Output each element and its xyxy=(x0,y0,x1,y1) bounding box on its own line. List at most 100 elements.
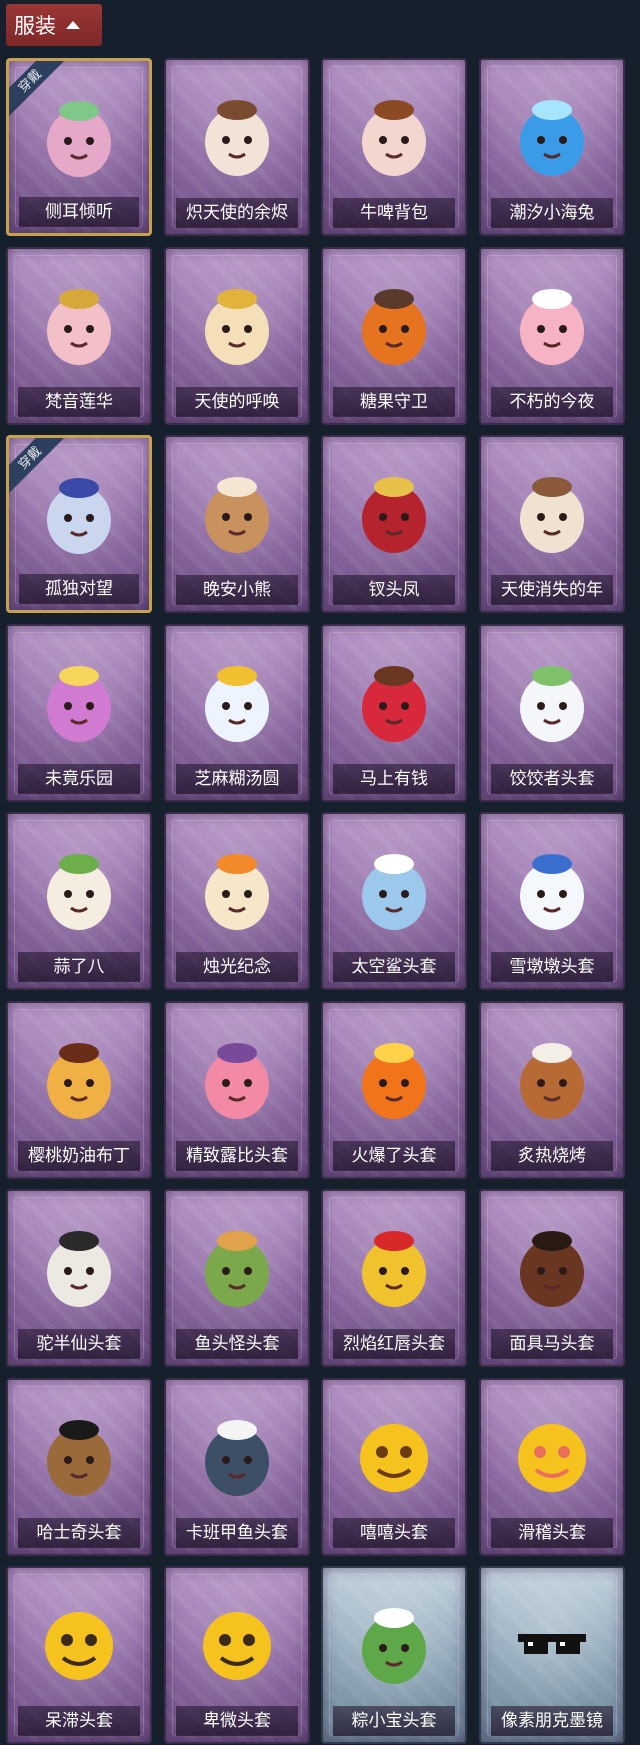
costume-card[interactable]: 潮汐小海兔 xyxy=(479,58,625,236)
costume-name: 面具马头套 xyxy=(491,1329,613,1359)
pudding-head-icon xyxy=(37,1031,121,1127)
costume-card[interactable]: 牛啤背包 xyxy=(321,58,467,236)
costume-name: 炽天使的余烬 xyxy=(176,198,298,228)
costume-name: 不朽的今夜 xyxy=(491,387,613,417)
costume-card[interactable]: 雪墩墩头套 xyxy=(479,812,625,990)
costume-name: 糖果守卫 xyxy=(333,387,455,417)
magical-girl-icon xyxy=(37,654,121,750)
costume-name: 粽小宝头套 xyxy=(333,1706,455,1736)
costume-card[interactable]: 精致露比头套 xyxy=(164,1001,310,1179)
angel-girl-icon xyxy=(195,88,279,184)
costume-name: 饺饺者头套 xyxy=(491,764,613,794)
teddy-bear-icon xyxy=(195,465,279,561)
costume-card[interactable]: 炙热烧烤 xyxy=(479,1001,625,1179)
cow-barrel-icon xyxy=(352,88,436,184)
costume-name: 蒜了八 xyxy=(18,952,140,982)
costume-name: 卑微头套 xyxy=(176,1706,298,1736)
costume-name: 天使消失的年 xyxy=(491,575,613,605)
costume-name: 雪墩墩头套 xyxy=(491,952,613,982)
snowman-head-icon xyxy=(510,842,594,938)
costume-card[interactable]: 马上有钱 xyxy=(321,624,467,802)
pikachu-head-icon xyxy=(352,1219,436,1315)
costume-name: 烛光纪念 xyxy=(176,952,298,982)
pink-beaver-head-icon xyxy=(195,1031,279,1127)
costume-card[interactable]: 粽小宝头套 xyxy=(321,1566,467,1744)
costume-card[interactable]: 蒜了八 xyxy=(6,812,152,990)
costume-card[interactable]: 呆滞头套 xyxy=(6,1566,152,1744)
costume-card[interactable]: 卡班甲鱼头套 xyxy=(164,1378,310,1556)
horse-mask-icon xyxy=(510,1219,594,1315)
costume-card[interactable]: 驼半仙头套 xyxy=(6,1189,152,1367)
costume-card[interactable]: 未竟乐园 xyxy=(6,624,152,802)
costume-card[interactable]: 嘻嘻头套 xyxy=(321,1378,467,1556)
costume-name: 晚安小熊 xyxy=(176,575,298,605)
stare-emoji-icon xyxy=(37,1596,121,1692)
costume-card[interactable]: 天使的呼唤 xyxy=(164,247,310,425)
costume-card[interactable]: 滑稽头套 xyxy=(479,1378,625,1556)
costume-card[interactable]: 面具马头套 xyxy=(479,1189,625,1367)
costume-name: 嘻嘻头套 xyxy=(333,1518,455,1548)
costume-name: 牛啤背包 xyxy=(333,198,455,228)
polar-bear-head-icon xyxy=(37,1219,121,1315)
costume-name: 滑稽头套 xyxy=(491,1518,613,1548)
costume-name: 鱼头怪头套 xyxy=(176,1329,298,1359)
smirk-emoji-icon xyxy=(510,1408,594,1504)
costume-card[interactable]: 梵音莲华 xyxy=(6,247,152,425)
costume-card[interactable]: 钗头凤 xyxy=(321,435,467,613)
costume-name: 樱桃奶油布丁 xyxy=(18,1141,140,1171)
worn-badge-label: 穿戴 xyxy=(9,438,68,496)
rice-ball-icon xyxy=(195,654,279,750)
dumpling-head-icon xyxy=(510,654,594,750)
costume-grid: 侧耳倾听 穿戴 炽天使的余烬 牛啤背包 潮汐小海兔 梵音莲华 天使的呼唤 糖果守… xyxy=(0,0,640,1745)
turtle-head-icon xyxy=(195,1408,279,1504)
grin-emoji-icon xyxy=(352,1408,436,1504)
costume-name: 卡班甲鱼头套 xyxy=(176,1518,298,1548)
halo-girl-icon xyxy=(510,465,594,561)
costume-card[interactable]: 天使消失的年 xyxy=(479,435,625,613)
costume-card[interactable]: 卑微头套 xyxy=(164,1566,310,1744)
costume-name: 马上有钱 xyxy=(333,764,455,794)
costume-card[interactable]: 鱼头怪头套 xyxy=(164,1189,310,1367)
angel-boy-icon xyxy=(195,277,279,373)
costume-card[interactable]: 不朽的今夜 xyxy=(479,247,625,425)
costume-name: 火爆了头套 xyxy=(333,1141,455,1171)
red-horse-icon xyxy=(352,654,436,750)
pixel-sunglasses-icon xyxy=(510,1596,594,1692)
costume-name: 未竟乐园 xyxy=(18,764,140,794)
costume-card[interactable]: 芝麻糊汤圆 xyxy=(164,624,310,802)
costume-card[interactable]: 烛光纪念 xyxy=(164,812,310,990)
husky-head-icon xyxy=(37,1408,121,1504)
costume-card[interactable]: 火爆了头套 xyxy=(321,1001,467,1179)
costume-name: 烈焰红唇头套 xyxy=(333,1329,455,1359)
costume-card[interactable]: 糖果守卫 xyxy=(321,247,467,425)
costume-name: 驼半仙头套 xyxy=(18,1329,140,1359)
costume-card[interactable]: 晚安小熊 xyxy=(164,435,310,613)
costume-name: 孤独对望 xyxy=(19,574,139,604)
costume-card[interactable]: 炽天使的余烬 xyxy=(164,58,310,236)
costume-name: 哈士奇头套 xyxy=(18,1518,140,1548)
costume-name: 天使的呼唤 xyxy=(176,387,298,417)
costume-name: 钗头凤 xyxy=(333,575,455,605)
costume-name: 侧耳倾听 xyxy=(19,197,139,227)
costume-card[interactable]: 樱桃奶油布丁 xyxy=(6,1001,152,1179)
pink-fox-icon xyxy=(510,277,594,373)
costume-card[interactable]: 孤独对望 穿戴 xyxy=(6,435,152,613)
blue-seabunny-icon xyxy=(510,88,594,184)
costume-name: 像素朋克墨镜 xyxy=(491,1706,613,1736)
costume-card[interactable]: 哈士奇头套 xyxy=(6,1378,152,1556)
humble-emoji-icon xyxy=(195,1596,279,1692)
costume-card[interactable]: 侧耳倾听 穿戴 xyxy=(6,58,152,236)
worn-badge: 穿戴 xyxy=(9,438,71,500)
phoenix-crown-girl-icon xyxy=(352,465,436,561)
costume-card[interactable]: 饺饺者头套 xyxy=(479,624,625,802)
fire-head-icon xyxy=(352,1031,436,1127)
costume-card[interactable]: 像素朋克墨镜 xyxy=(479,1566,625,1744)
costume-name: 炙热烧烤 xyxy=(491,1141,613,1171)
costume-card[interactable]: 太空鲨头套 xyxy=(321,812,467,990)
costume-name: 呆滞头套 xyxy=(18,1706,140,1736)
meat-bone-head-icon xyxy=(510,1031,594,1127)
shark-head-icon xyxy=(352,842,436,938)
fish-head-icon xyxy=(195,1219,279,1315)
worn-badge-label: 穿戴 xyxy=(9,61,68,119)
costume-card[interactable]: 烈焰红唇头套 xyxy=(321,1189,467,1367)
